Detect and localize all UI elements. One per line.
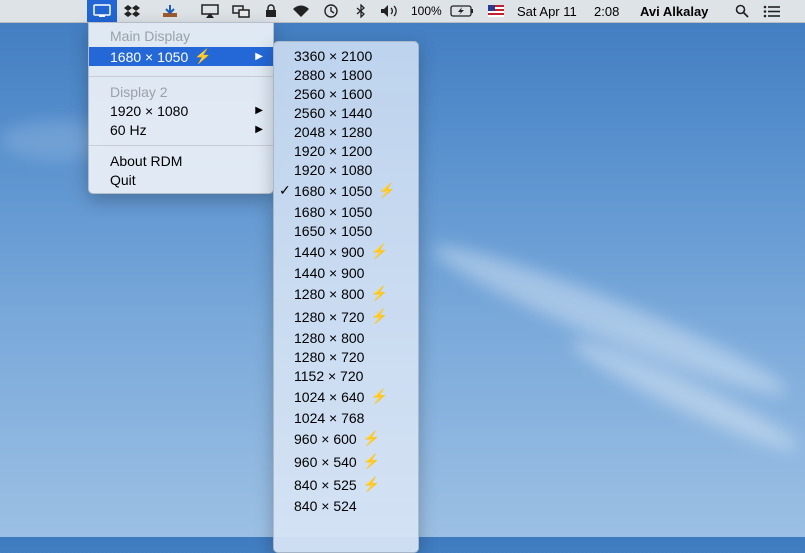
hidpi-bolt-icon: ⚡	[378, 182, 396, 198]
hidpi-bolt-icon: ⚡	[362, 430, 381, 446]
quit-item[interactable]: Quit	[89, 170, 273, 189]
menu-bar: 100% Sat Apr 11 2:08 Avi Alkalay	[0, 0, 805, 23]
resolution-option[interactable]: 1024 × 640 ⚡	[274, 385, 418, 408]
resolution-option[interactable]: 2880 × 1800	[274, 65, 418, 84]
spotlight-search-icon[interactable]	[731, 0, 753, 22]
resolution-option-label: 1920 × 1200	[294, 142, 373, 159]
hidpi-bolt-icon: ⚡	[370, 243, 388, 259]
submenu-arrow-icon: ▶	[255, 51, 263, 62]
display-2-refresh-item[interactable]: 60 Hz ▶	[89, 120, 273, 139]
main-display-resolution-item[interactable]: 1680 × 1050 ⚡ ▶	[89, 47, 273, 66]
about-rdm-label: About RDM	[110, 152, 183, 169]
menubar-user-name[interactable]: Avi Alkalay	[640, 0, 708, 22]
resolution-option[interactable]: 1024 × 768	[274, 408, 418, 427]
rdm-display-icon[interactable]	[87, 0, 117, 22]
hidpi-bolt-icon: ⚡	[370, 285, 388, 301]
resolution-option-label: 1280 × 720	[294, 308, 365, 325]
volume-icon[interactable]	[378, 0, 404, 22]
display-2-header-label: Display 2	[110, 83, 168, 100]
hidpi-bolt-icon: ⚡	[194, 48, 212, 64]
mirror-displays-icon[interactable]	[229, 0, 253, 22]
resolution-option[interactable]: 1440 × 900	[274, 263, 418, 282]
notification-center-icon[interactable]	[760, 0, 784, 22]
checkmark-icon: ✓	[279, 182, 291, 198]
hidpi-bolt-icon: ⚡	[362, 476, 381, 492]
dropbox-icon[interactable]	[120, 0, 144, 22]
main-display-resolution-label: 1680 × 1050	[110, 48, 189, 65]
resolution-option[interactable]: 1280 × 720 ⚡	[274, 305, 418, 328]
resolution-option[interactable]: 960 × 600 ⚡	[274, 427, 418, 450]
us-flag-icon[interactable]	[485, 0, 507, 22]
resolution-option-label: 2048 × 1280	[294, 123, 373, 140]
resolution-option-label: 2560 × 1600	[294, 85, 373, 102]
resolution-option-label: 1280 × 800	[294, 285, 365, 302]
quit-label: Quit	[110, 171, 136, 188]
resolution-option[interactable]: 1280 × 720	[274, 347, 418, 366]
time-machine-icon[interactable]	[319, 0, 343, 22]
resolution-submenu: 3360 × 2100 2880 × 1800 2560 × 1600 2560 × …	[273, 41, 419, 553]
resolution-option[interactable]: 1152 × 720	[274, 366, 418, 385]
battery-percent[interactable]: 100%	[411, 0, 442, 22]
bluetooth-icon[interactable]	[352, 0, 370, 22]
wifi-icon[interactable]	[289, 0, 313, 22]
menu-separator	[89, 145, 273, 146]
resolution-option-label: 1440 × 900	[294, 243, 365, 260]
resolution-option[interactable]: 2048 × 1280	[274, 122, 418, 141]
resolution-option-label: 2880 × 1800	[294, 66, 373, 83]
resolution-option-label: 1152 × 720	[294, 367, 364, 384]
resolution-option-label: 1440 × 900	[294, 264, 365, 281]
resolution-option-label: 1024 × 640	[294, 388, 365, 405]
rdm-main-menu: Main Display 1680 × 1050 ⚡ ▶ Display 2 1…	[88, 22, 274, 194]
cloud	[426, 230, 794, 410]
resolution-option[interactable]: 1280 × 800	[274, 328, 418, 347]
airplay-icon[interactable]	[198, 0, 222, 22]
menubar-time[interactable]: 2:08	[594, 0, 619, 22]
display-2-header: Display 2	[89, 82, 273, 101]
resolution-option-label: 1280 × 800	[294, 329, 365, 346]
resolution-option[interactable]: 840 × 524	[274, 496, 418, 515]
main-display-header: Main Display	[89, 26, 273, 45]
menu-separator	[89, 76, 273, 77]
resolution-option[interactable]: 2560 × 1600	[274, 84, 418, 103]
resolution-option-label: 840 × 524	[294, 497, 357, 514]
resolution-option-label: 3360 × 2100	[294, 47, 373, 64]
main-display-header-label: Main Display	[110, 27, 191, 44]
resolution-option-label: 1920 × 1080	[294, 161, 373, 178]
resolution-option-label: 1280 × 720	[294, 348, 365, 365]
submenu-arrow-icon: ▶	[255, 105, 263, 116]
display-2-refresh-label: 60 Hz	[110, 121, 147, 138]
hidpi-bolt-icon: ⚡	[370, 388, 388, 404]
resolution-option-label: 1024 × 768	[294, 409, 365, 426]
resolution-option-label: 1680 × 1050	[294, 182, 373, 199]
hidpi-bolt-icon: ⚡	[370, 308, 388, 324]
resolution-option[interactable]: 1650 × 1050	[274, 221, 418, 240]
display-2-resolution-label: 1920 × 1080	[110, 102, 189, 119]
resolution-option[interactable]: 1280 × 800 ⚡	[274, 282, 418, 305]
lock-icon[interactable]	[262, 0, 280, 22]
about-rdm-item[interactable]: About RDM	[89, 151, 273, 170]
hidpi-bolt-icon: ⚡	[362, 453, 381, 469]
resolution-option-label: 2560 × 1440	[294, 104, 373, 121]
resolution-option-label: 1650 × 1050	[294, 222, 373, 239]
resolution-option[interactable]: ✓ 1680 × 1050 ⚡	[274, 179, 418, 202]
resolution-option-label: 1680 × 1050	[294, 203, 373, 220]
resolution-option-label: 960 × 600	[294, 430, 357, 447]
menubar-date[interactable]: Sat Apr 11	[517, 0, 577, 22]
resolution-option[interactable]: 3360 × 2100	[274, 46, 418, 65]
submenu-arrow-icon: ▶	[255, 124, 263, 135]
battery-charging-icon[interactable]	[448, 0, 476, 22]
resolution-option[interactable]: 960 × 540 ⚡	[274, 450, 418, 473]
resolution-option[interactable]: 840 × 525 ⚡	[274, 473, 418, 496]
download-icon[interactable]	[158, 0, 182, 22]
resolution-option[interactable]: 1680 × 1050	[274, 202, 418, 221]
resolution-option[interactable]: 2560 × 1440	[274, 103, 418, 122]
resolution-option[interactable]: 1920 × 1200	[274, 141, 418, 160]
resolution-option[interactable]: 1440 × 900 ⚡	[274, 240, 418, 263]
display-2-resolution-item[interactable]: 1920 × 1080 ▶	[89, 101, 273, 120]
resolution-option-label: 960 × 540	[294, 453, 357, 470]
resolution-option[interactable]: 1920 × 1080	[274, 160, 418, 179]
resolution-option-label: 840 × 525	[294, 476, 357, 493]
